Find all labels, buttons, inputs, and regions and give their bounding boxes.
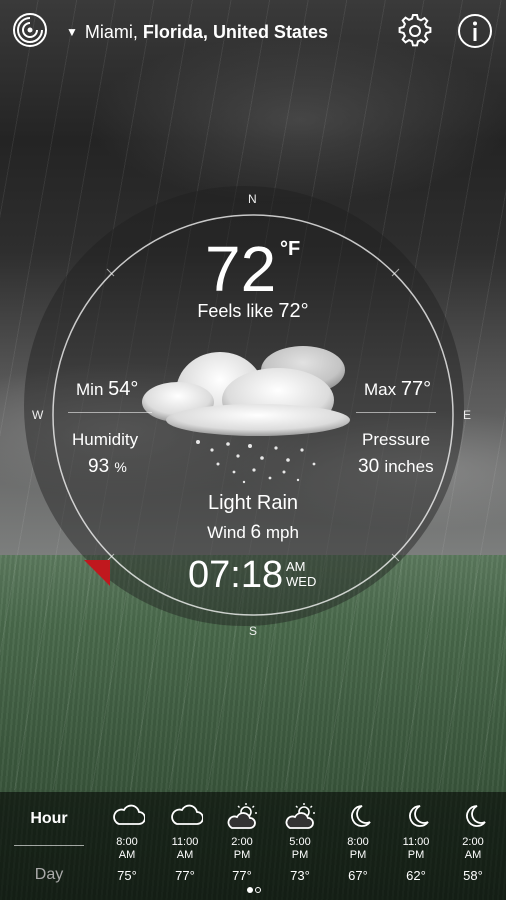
left-divider <box>68 412 152 413</box>
forecast-period: AM <box>464 849 482 861</box>
moon-icon <box>409 805 429 827</box>
pressure-unit: inches <box>384 457 434 476</box>
moon-icon <box>466 805 486 827</box>
weekday-label: WED <box>286 574 317 589</box>
pressure-value: 30 <box>358 456 380 477</box>
current-time: 07:18 <box>188 554 284 596</box>
forecast-time: 2:00 PM <box>213 836 271 862</box>
forecast-period: PM <box>407 849 425 861</box>
pressure-label: Pressure <box>362 430 431 449</box>
compass-north: N <box>248 192 257 206</box>
feels-like-value: 72° <box>278 300 309 322</box>
forecast-temp: 62° <box>406 868 426 883</box>
tab-indicator <box>14 845 84 846</box>
tab-day[interactable]: Day <box>14 866 84 884</box>
forecast-time: 8:00 PM <box>329 836 387 862</box>
forecast-temp: 75° <box>117 868 137 883</box>
humidity-reading: 93 % <box>88 456 127 478</box>
page-dot-1 <box>247 887 253 893</box>
forecast-temp: 77° <box>175 868 195 883</box>
location-selector[interactable]: ▼ Miami, Florida, United States <box>66 20 328 44</box>
location-country: United States <box>212 22 328 42</box>
pressure-reading: 30 inches <box>358 456 434 478</box>
forecast-period: PM <box>349 849 367 861</box>
forecast-hour: 5:00 <box>289 836 311 848</box>
tab-hour[interactable]: Hour <box>14 810 84 828</box>
forecast-temp: 77° <box>232 868 252 883</box>
cloudy-icon <box>171 804 203 825</box>
max-label: Max <box>364 380 397 399</box>
page-indicator <box>247 887 261 893</box>
wind-label: Wind <box>207 523 246 542</box>
wind-direction-marker <box>84 560 110 586</box>
min-temperature: Min 54° <box>76 378 138 401</box>
info-icon[interactable] <box>456 12 494 50</box>
app-logo-icon[interactable] <box>12 12 48 48</box>
forecast-hour: 11:00 <box>402 836 430 848</box>
forecast-hour: 2:00 <box>462 836 484 848</box>
max-temperature: Max 77° <box>364 378 431 401</box>
location-city: Miami, <box>84 22 138 42</box>
compass-east: E <box>463 408 472 422</box>
moon-icon <box>351 805 371 827</box>
humidity-value: 93 <box>88 456 110 477</box>
forecast-time: 11:00 PM <box>387 836 445 862</box>
wind-speed: Wind 6 mph <box>0 522 506 544</box>
location-region: Florida, <box>142 22 208 42</box>
humidity-unit: % <box>114 459 127 475</box>
cloudy-icon <box>113 804 145 825</box>
max-value: 77° <box>400 378 432 400</box>
forecast-time: 8:00 AM <box>98 836 156 862</box>
forecast-time: 5:00 PM <box>271 836 329 862</box>
forecast-panel: Hour Day 8:00 AM 75° 11:00 AM 77° 2:00 PM 77° 5:0… <box>0 792 506 900</box>
forecast-hour: 8:00 <box>347 836 369 848</box>
forecast-temp: 58° <box>463 868 483 883</box>
forecast-period: AM <box>176 849 194 861</box>
page-dot-2 <box>255 887 261 893</box>
forecast-hour: 8:00 <box>116 836 138 848</box>
forecast-hour: 2:00 <box>231 836 253 848</box>
humidity-label: Humidity <box>72 430 139 449</box>
temperature-unit[interactable]: °F <box>280 238 300 261</box>
partly-sunny-icon <box>227 803 257 829</box>
top-bar: ▼ Miami, Florida, United States <box>0 0 506 64</box>
forecast-period: PM <box>291 849 309 861</box>
forecast-hour: 11:00 <box>171 836 199 848</box>
dropdown-caret-icon: ▼ <box>66 25 78 39</box>
feels-like: Feels like 72° <box>0 300 506 323</box>
ampm-label: AM <box>286 559 306 574</box>
weather-condition: Light Rain <box>207 492 299 514</box>
gear-icon[interactable] <box>396 12 434 50</box>
partly-sunny-icon <box>285 803 315 829</box>
time-period: AM WED <box>286 559 316 589</box>
current-temperature: 72 <box>205 233 277 305</box>
wind-value: 6 <box>250 522 262 543</box>
right-divider <box>356 412 436 413</box>
forecast-temp: 67° <box>348 868 368 883</box>
forecast-temp: 73° <box>290 868 310 883</box>
forecast-period: PM <box>233 849 251 861</box>
compass-south: S <box>249 624 258 638</box>
min-label: Min <box>76 380 104 399</box>
min-value: 54° <box>108 378 139 400</box>
rain-cloud-icon <box>142 346 350 484</box>
wind-unit: mph <box>265 523 299 542</box>
feels-like-label: Feels like <box>197 301 274 321</box>
forecast-time: 2:00 AM <box>444 836 502 862</box>
compass-west: W <box>32 408 44 422</box>
forecast-time: 11:00 AM <box>156 836 214 862</box>
forecast-period: AM <box>118 849 136 861</box>
